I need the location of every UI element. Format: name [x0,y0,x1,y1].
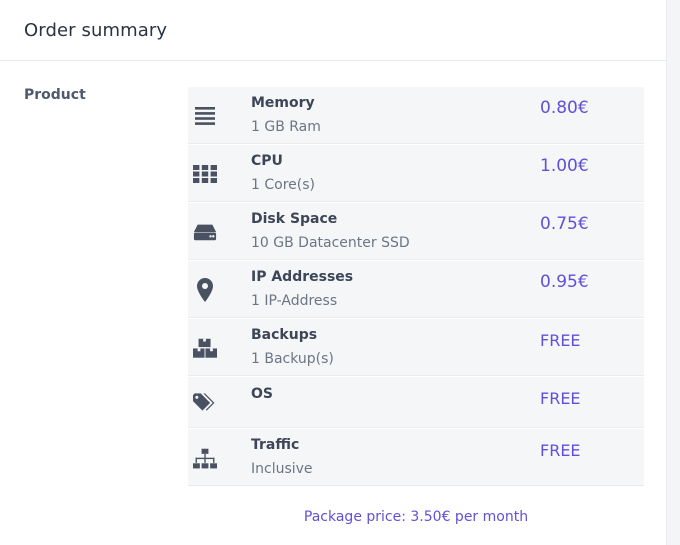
product-row-traffic: Traffic Inclusive FREE [188,428,644,486]
tags-icon [193,390,217,414]
product-price: FREE [540,331,581,350]
scroll-gutter [666,0,680,545]
product-description: Inclusive [251,461,313,477]
product-row-backups: Backups 1 Backup(s) FREE [188,318,644,376]
product-section-label: Product [24,87,86,103]
menu-lines-icon [193,104,217,128]
product-description: 1 IP-Address [251,293,338,309]
package-price: Package price: 3.50€ per month [303,509,529,525]
product-description: 1 Core(s) [251,177,315,193]
product-name: Disk Space [251,211,338,227]
product-name: OS [251,386,273,402]
product-price: 1.00€ [540,156,589,176]
boxes-icon [193,336,217,360]
product-price: 0.75€ [540,214,589,234]
product-name: Traffic [251,437,300,453]
grid-icon [193,162,217,186]
card-header: Order summary [0,0,666,61]
product-row-cpu: CPU 1 Core(s) 1.00€ [188,144,644,202]
sitemap-icon [193,447,217,471]
product-price: FREE [540,389,581,408]
order-summary-card: Order summary Product Memory 1 GB Ram 0.… [0,0,666,545]
product-row-ip-addresses: IP Addresses 1 IP-Address 0.95€ [188,260,644,318]
product-description: 10 GB Datacenter SSD [251,235,410,251]
product-row-memory: Memory 1 GB Ram 0.80€ [188,86,644,144]
product-name: Memory [251,95,315,111]
product-description: 1 GB Ram [251,119,321,135]
card-title: Order summary [24,19,168,41]
hard-drive-icon [193,220,217,244]
product-description: 1 Backup(s) [251,351,334,367]
product-name: CPU [251,153,283,169]
product-price: 0.80€ [540,98,589,118]
product-row-disk-space: Disk Space 10 GB Datacenter SSD 0.75€ [188,202,644,260]
product-row-os: OS FREE [188,376,644,428]
product-price: 0.95€ [540,272,589,292]
product-list: Memory 1 GB Ram 0.80€ CPU 1 Core(s) 1.00… [188,86,644,486]
product-price: FREE [540,441,581,460]
map-pin-icon [193,278,217,302]
product-name: Backups [251,327,318,343]
product-name: IP Addresses [251,269,354,285]
